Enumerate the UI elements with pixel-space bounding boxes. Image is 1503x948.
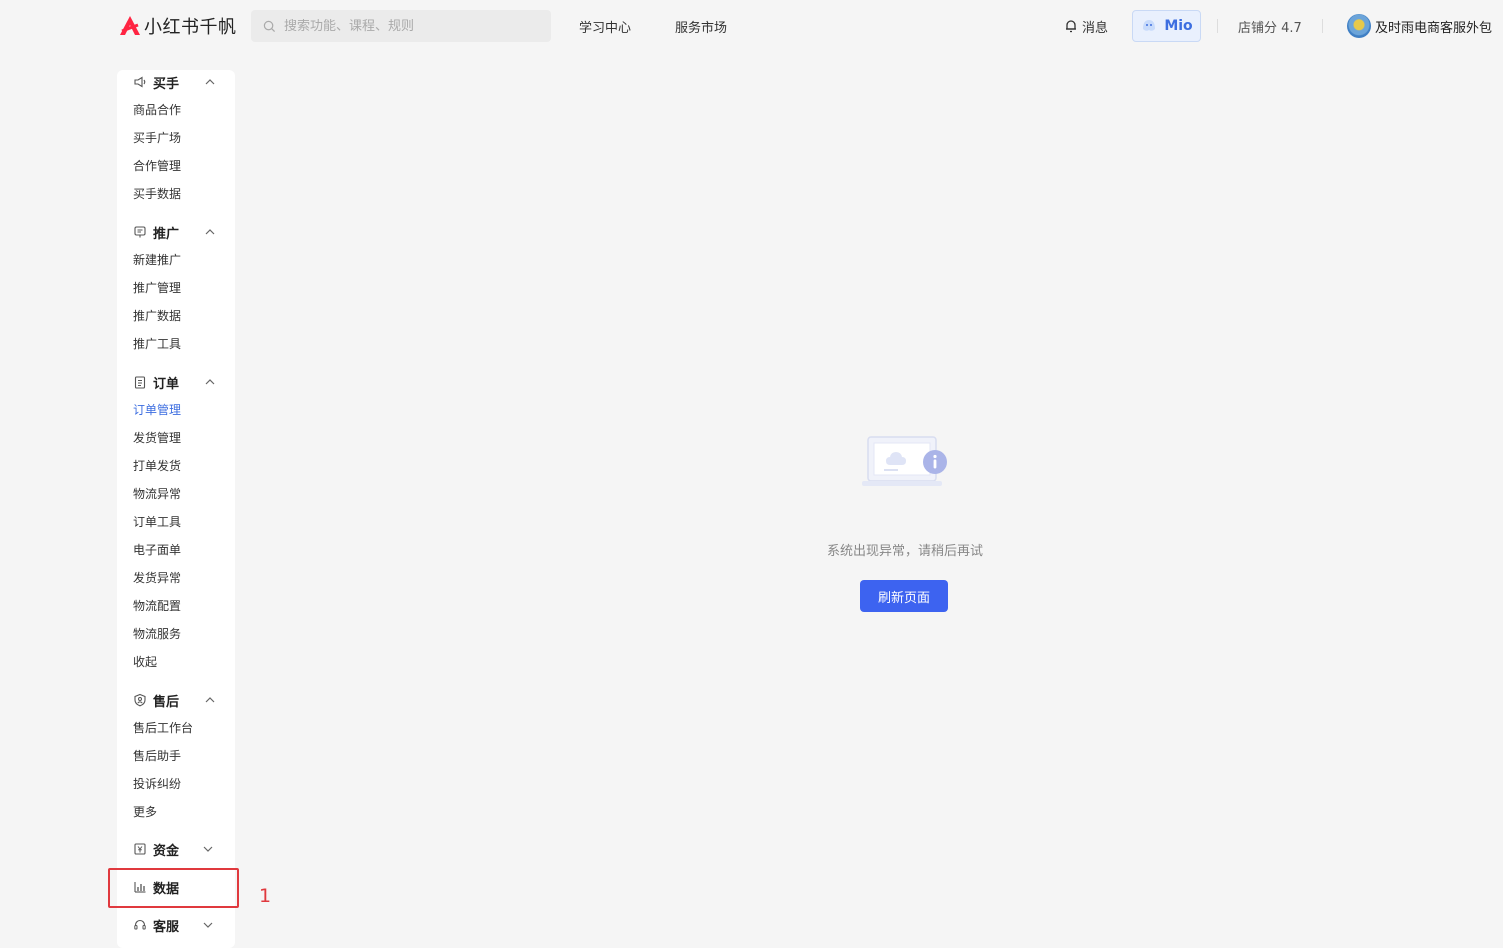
- refresh-page-button[interactable]: 刷新页面: [860, 580, 948, 612]
- sidebar-item-after-sales-workbench[interactable]: 售后工作台: [133, 720, 193, 736]
- store-name: 及时雨电商客服外包: [1375, 20, 1493, 36]
- messages-label: 消息: [1082, 20, 1109, 36]
- speaker-icon: [134, 76, 146, 88]
- divider: [1217, 19, 1218, 33]
- sidebar-group-label: 推广: [153, 227, 180, 242]
- chevron-up-icon[interactable]: [204, 226, 216, 238]
- sidebar-item-shipping-exceptions[interactable]: 发货异常: [133, 570, 181, 586]
- search-box[interactable]: [251, 10, 551, 42]
- sidebar-group-label: 订单: [153, 377, 180, 392]
- nav-learning-center[interactable]: 学习中心: [579, 17, 631, 36]
- mio-mascot-icon: [1143, 20, 1156, 31]
- sidebar-group-label: 资金: [153, 844, 180, 859]
- sidebar-item-print-and-ship[interactable]: 打单发货: [133, 458, 181, 474]
- sidebar-item-electronic-waybill[interactable]: 电子面单: [133, 542, 181, 558]
- chevron-down-icon[interactable]: [202, 919, 214, 931]
- sidebar-item-buyer-data[interactable]: 买手数据: [133, 186, 181, 202]
- logo-icon: [120, 16, 140, 35]
- bell-icon: [1066, 20, 1076, 33]
- yen-icon: [134, 843, 146, 855]
- sidebar-item-product-cooperation[interactable]: 商品合作: [133, 102, 181, 118]
- search-icon: [263, 20, 276, 32]
- sidebar-group-label: 售后: [153, 695, 180, 710]
- sidebar-item-after-sales-assistant[interactable]: 售后助手: [133, 748, 181, 764]
- avatar: [1347, 14, 1371, 38]
- logo-text: 小红书千帆: [144, 17, 237, 38]
- chevron-up-icon[interactable]: [204, 694, 216, 706]
- sidebar-item-logistics-service[interactable]: 物流服务: [133, 626, 181, 642]
- error-message: 系统出现异常，请稍后再试: [826, 544, 983, 559]
- sidebar-group-funds[interactable]: 资金: [117, 837, 235, 861]
- sidebar-item-order-tools[interactable]: 订单工具: [133, 514, 181, 530]
- error-illustration-icon: [862, 436, 947, 486]
- sidebar-item-promotion-data[interactable]: 推广数据: [133, 308, 181, 324]
- sidebar: 买手 商品合作 买手广场 合作管理 买手数据 推广 新建推广 推广管理 推广数据…: [117, 70, 235, 948]
- annotation-highlight-box: [108, 868, 239, 908]
- sidebar-item-logistics-config[interactable]: 物流配置: [133, 598, 181, 614]
- clipboard-icon: [134, 376, 146, 389]
- logo[interactable]: 小红书千帆: [118, 12, 237, 40]
- shield-icon: [134, 693, 146, 707]
- promo-icon: [134, 226, 146, 238]
- chevron-up-icon[interactable]: [204, 76, 216, 88]
- nav-service-market[interactable]: 服务市场: [675, 17, 727, 36]
- sidebar-item-buyer-plaza[interactable]: 买手广场: [133, 130, 181, 146]
- sidebar-item-complaints-disputes[interactable]: 投诉纠纷: [133, 776, 181, 792]
- store-account[interactable]: 及时雨电商客服外包: [1347, 10, 1492, 42]
- shop-score-label: 店铺分 4.7: [1238, 20, 1302, 36]
- sidebar-item-promotion-tools[interactable]: 推广工具: [133, 336, 181, 352]
- sidebar-item-cooperation-management[interactable]: 合作管理: [133, 158, 181, 174]
- search-input[interactable]: [284, 18, 534, 34]
- top-bar: 小红书千帆 学习中心 服务市场 消息 Mio 店铺分 4.7 及时雨电商客服外包: [0, 0, 1503, 52]
- mio-assistant-button[interactable]: Mio: [1132, 10, 1201, 42]
- sidebar-item-collapse[interactable]: 收起: [133, 654, 157, 670]
- headset-icon: [134, 919, 146, 930]
- sidebar-group-orders[interactable]: 订单: [117, 370, 235, 394]
- sidebar-group-promotion[interactable]: 推广: [117, 220, 235, 244]
- annotation-step-number: 1: [259, 885, 272, 907]
- sidebar-group-buyer[interactable]: 买手: [117, 70, 235, 94]
- sidebar-group-label: 客服: [153, 920, 180, 935]
- sidebar-item-new-promotion[interactable]: 新建推广: [133, 252, 181, 268]
- sidebar-item-promotion-management[interactable]: 推广管理: [133, 280, 181, 296]
- sidebar-group-after-sales[interactable]: 售后: [117, 688, 235, 712]
- shop-score[interactable]: 店铺分 4.7: [1238, 10, 1302, 42]
- sidebar-item-logistics-exceptions[interactable]: 物流异常: [133, 486, 181, 502]
- sidebar-group-customer-service[interactable]: 客服: [117, 913, 235, 937]
- messages-button[interactable]: 消息: [1064, 10, 1108, 42]
- divider: [1322, 19, 1323, 33]
- sidebar-item-shipping-management[interactable]: 发货管理: [133, 430, 181, 446]
- sidebar-group-label: 买手: [153, 77, 180, 92]
- chevron-down-icon[interactable]: [202, 843, 214, 855]
- chevron-up-icon[interactable]: [204, 376, 216, 388]
- mio-label: Mio: [1164, 18, 1193, 34]
- sidebar-item-order-management[interactable]: 订单管理: [133, 402, 181, 418]
- sidebar-item-more[interactable]: 更多: [133, 804, 157, 820]
